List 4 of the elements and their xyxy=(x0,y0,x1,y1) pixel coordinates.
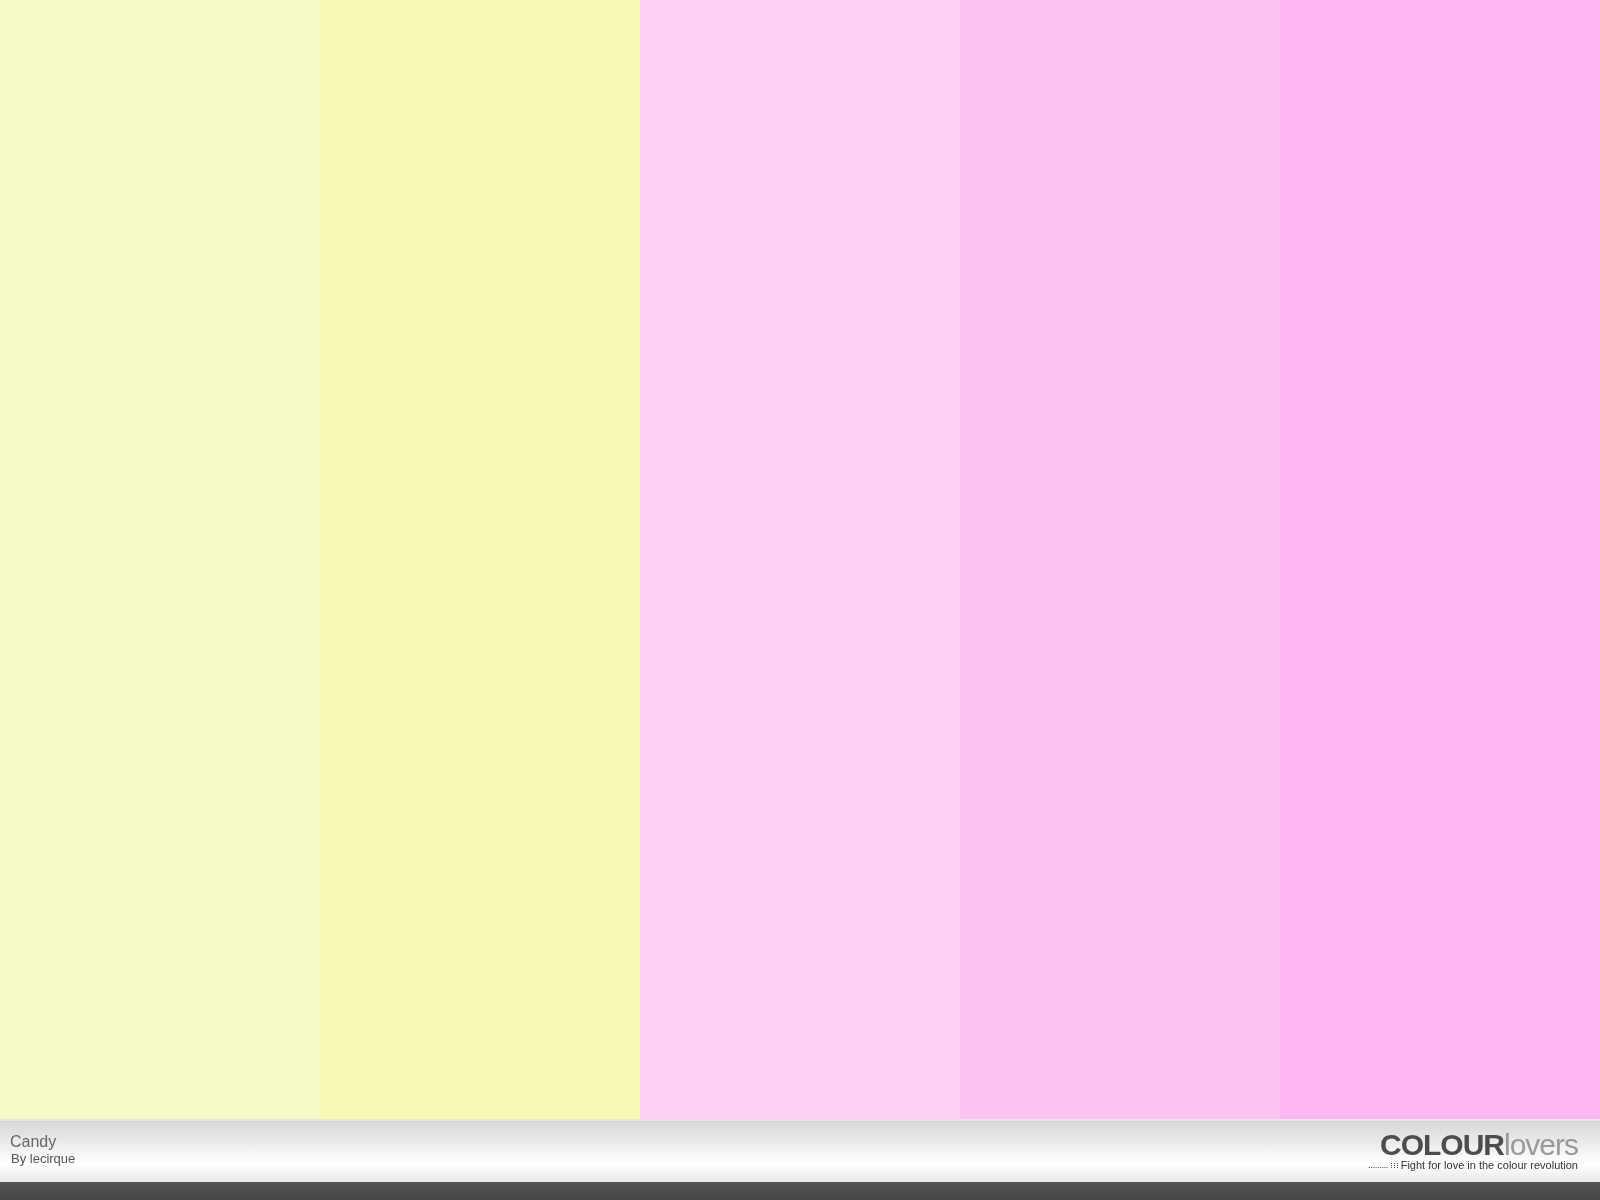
palette-title: Candy xyxy=(10,1133,58,1151)
palette-author: By lecirque xyxy=(10,1151,76,1166)
site-logo: COLOURlovers xyxy=(1379,1131,1578,1159)
logo-tagline: Fight for love in the colour revolution xyxy=(1400,1159,1578,1171)
